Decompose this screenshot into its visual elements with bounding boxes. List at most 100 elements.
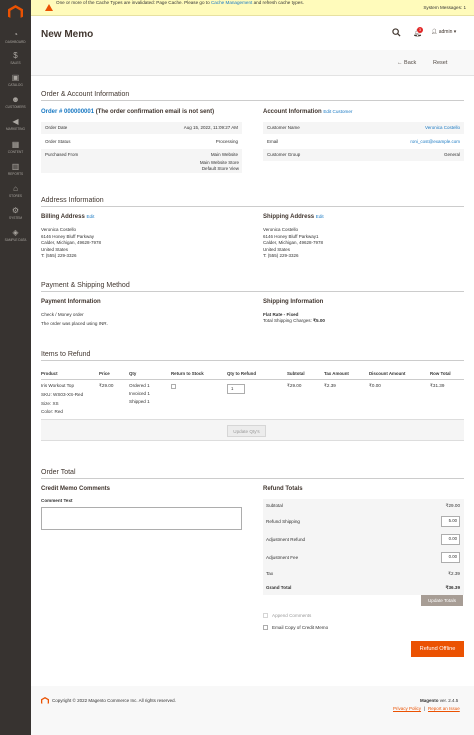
update-qty-button[interactable]: Update Qty's bbox=[227, 425, 266, 437]
append-comments-label: Append Comments bbox=[272, 613, 312, 618]
credit-memo-comments-title: Credit Memo Comments bbox=[41, 486, 111, 492]
adjustment-refund-input[interactable]: 0.00 bbox=[441, 534, 460, 545]
refund-shipping-input[interactable]: 5.00 bbox=[441, 516, 460, 527]
sidebar-item-content[interactable]: ▦ CONTENT bbox=[0, 140, 31, 164]
item-tax: ₹2.39 bbox=[324, 383, 336, 388]
billing-address-line: 6146 Honey Bluff Parkway bbox=[41, 233, 94, 239]
order-info-value: Aug 15, 2022, 11:09:27 AM bbox=[183, 125, 238, 130]
adjustment-refund-label: Adjustment Refund bbox=[266, 537, 306, 542]
magento-logo[interactable] bbox=[8, 5, 23, 18]
store-line-3: Default Store View bbox=[201, 166, 239, 171]
product-name: Iris Workout Top bbox=[41, 383, 75, 388]
shipping-charges: Total Shipping Charges: ₹5.00 bbox=[263, 318, 325, 323]
report-issue-link[interactable]: Report an Issue bbox=[428, 706, 460, 711]
storefront-icon: ⌂ bbox=[13, 184, 18, 193]
sidebar-item-label: SYSTEM bbox=[8, 216, 23, 220]
account-info-value[interactable]: Veronica Costello bbox=[425, 122, 460, 134]
shipping-address-line: United States bbox=[263, 246, 291, 252]
email-copy-checkbox[interactable] bbox=[263, 625, 268, 630]
shipping-info-title: Shipping Information bbox=[263, 299, 324, 305]
order-heading: Order # 000000001 (The order confirmatio… bbox=[41, 109, 215, 115]
adjustment-fee-input[interactable]: 0.00 bbox=[441, 552, 460, 563]
edit-shipping-link[interactable]: Edit bbox=[316, 214, 324, 219]
version-text: Magento ver. 2.4.5 bbox=[420, 698, 459, 703]
section-items-to-refund: Items to Refund bbox=[41, 351, 464, 361]
system-message-bar: One or more of the Cache Types are inval… bbox=[31, 0, 474, 16]
billing-address-line: Calder, Michigan, 49628-7978 bbox=[41, 240, 102, 245]
person-icon: ☻ bbox=[11, 95, 20, 104]
order-info-label: Order Date bbox=[45, 125, 68, 130]
shipping-address-line: 6146 Honey Bluff Parkway1 bbox=[263, 233, 319, 239]
column-header-subtotal: Subtotal bbox=[287, 371, 305, 376]
sidebar-item-label: SAMPLE DATA bbox=[4, 238, 27, 242]
refund-offline-button[interactable]: Refund Offline bbox=[411, 641, 464, 657]
order-number-link[interactable]: Order # 000000001 bbox=[41, 109, 94, 115]
product-color: Color: Red bbox=[41, 409, 63, 414]
sidebar-item-stores[interactable]: ⌂ STORES bbox=[0, 184, 31, 208]
section-order-account: Order & Account Information bbox=[41, 91, 464, 101]
sidebar-item-sales[interactable]: $ SALES bbox=[0, 51, 31, 75]
account-info-label: Email bbox=[267, 139, 279, 144]
copyright-text: Copyright © 2022 Magento Commerce Inc. A… bbox=[52, 698, 176, 703]
email-copy-label: Email Copy of Credit Memo bbox=[272, 625, 329, 630]
system-messages-count[interactable]: System Messages: 1 bbox=[423, 0, 466, 16]
puzzle-icon: ◈ bbox=[12, 228, 19, 237]
section-order-total: Order Total bbox=[41, 469, 464, 479]
notification-badge: 3 bbox=[417, 27, 423, 33]
account-info-value: General bbox=[443, 152, 460, 157]
sidebar-item-label: CUSTOMERS bbox=[5, 105, 26, 109]
speedometer-icon: ◔ bbox=[13, 30, 18, 39]
section-address: Address Information bbox=[41, 197, 464, 207]
message-text: One or more of the Cache Types are inval… bbox=[56, 0, 304, 5]
bar-chart-icon: ▥ bbox=[11, 162, 20, 171]
edit-customer-link[interactable]: Edit Customer bbox=[323, 109, 352, 114]
account-info-value[interactable]: roni_cost@example.com bbox=[410, 136, 460, 148]
order-info-row: Order Date Aug 15, 2022, 11:09:27 AM bbox=[41, 122, 242, 134]
currency-note: The order was placed using INR. bbox=[41, 321, 108, 326]
sidebar-item-label: CONTENT bbox=[7, 150, 24, 154]
grand-total-label: Grand Total bbox=[266, 585, 292, 590]
sidebar-item-reports[interactable]: ▥ REPORTS bbox=[0, 162, 31, 186]
product-sku: SKU: WS03-XS-Red bbox=[41, 392, 84, 397]
qty-ordered: Ordered 1 bbox=[129, 383, 150, 388]
search-icon[interactable] bbox=[392, 28, 401, 37]
grand-total-value: ₹36.39 bbox=[445, 585, 460, 590]
sidebar-item-label: STORES bbox=[8, 194, 23, 198]
dollar-icon: $ bbox=[13, 51, 18, 60]
shipping-address-line: T: (555) 229-3326 bbox=[263, 253, 299, 258]
reset-button[interactable]: Reset bbox=[433, 57, 447, 69]
admin-user-menu[interactable]: 👤︎ admin ▾ bbox=[431, 29, 456, 35]
account-info-label: Customer Group bbox=[267, 152, 301, 157]
account-info-row: Customer Name Veronica Costello bbox=[263, 122, 464, 134]
qty-to-refund-input[interactable]: 1 bbox=[227, 384, 245, 394]
column-header-tax-amount: Tax Amount bbox=[324, 371, 349, 376]
return-to-stock-checkbox[interactable] bbox=[171, 384, 176, 389]
cache-management-link[interactable]: Cache Management bbox=[211, 0, 252, 5]
column-header-row-total: Row Total bbox=[430, 371, 451, 376]
order-info-label: Purchased From bbox=[45, 152, 79, 157]
sidebar-item-catalog[interactable]: ▣ CATALOG bbox=[0, 73, 31, 97]
comment-text-label: Comment Text bbox=[41, 498, 73, 503]
back-button[interactable]: ← Back bbox=[397, 57, 416, 69]
sidebar-item-marketing[interactable]: ◀ MARKETING bbox=[0, 117, 31, 141]
subtotal-value: ₹29.00 bbox=[445, 503, 460, 508]
sidebar-item-system[interactable]: ⚙ SYSTEM bbox=[0, 206, 31, 230]
subtotal-label: Subtotal bbox=[266, 503, 283, 508]
box-icon: ▣ bbox=[11, 73, 20, 82]
shipping-address-line: Veronica Costello bbox=[263, 227, 299, 232]
refund-shipping-label: Refund Shipping bbox=[266, 519, 300, 524]
sidebar-item-label: REPORTS bbox=[7, 172, 24, 176]
account-info-label: Customer Name bbox=[267, 125, 300, 130]
append-comments-checkbox[interactable] bbox=[263, 613, 268, 618]
column-header-qty-to-refund: Qty to Refund bbox=[227, 371, 257, 376]
update-totals-button[interactable]: Update Totals bbox=[421, 595, 463, 606]
tax-label: Tax bbox=[266, 571, 274, 576]
sidebar-item-sample-data[interactable]: ◈ SAMPLE DATA bbox=[0, 228, 31, 252]
comment-textarea[interactable] bbox=[41, 507, 242, 530]
privacy-policy-link[interactable]: Privacy Policy bbox=[393, 706, 421, 711]
qty-shipped: Shipped 1 bbox=[129, 399, 150, 404]
edit-billing-link[interactable]: Edit bbox=[86, 214, 94, 219]
product-size: Size: XS bbox=[41, 401, 59, 406]
gear-icon: ⚙ bbox=[11, 206, 20, 215]
sidebar-item-customers[interactable]: ☻ CUSTOMERS bbox=[0, 95, 31, 119]
